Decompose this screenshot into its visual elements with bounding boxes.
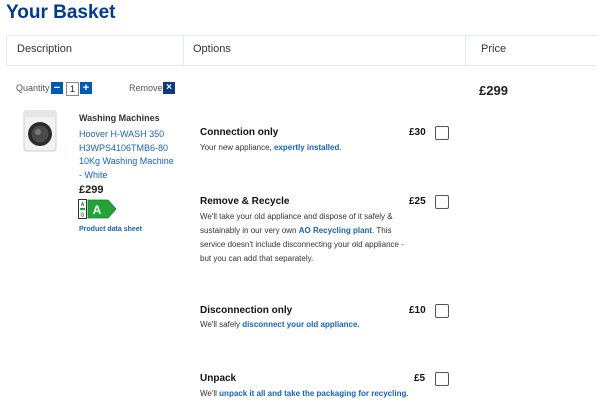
line-item-price: £299 xyxy=(479,83,508,98)
product-price: £299 xyxy=(79,184,104,196)
remove-label: Remove xyxy=(129,83,163,93)
option-description-remove-recycle: We'll take your old appliance and dispos… xyxy=(200,212,404,263)
option-title-unpack: Unpack xyxy=(200,373,237,384)
column-divider xyxy=(183,35,184,65)
column-divider xyxy=(465,35,466,65)
product-data-sheet-link[interactable]: Product data sheet xyxy=(79,226,142,233)
energy-rating-badge[interactable]: A G A xyxy=(78,199,118,219)
option-checkbox-remove-recycle[interactable] xyxy=(435,195,449,209)
option-description-connection: Your new appliance, expertly installed. xyxy=(200,143,342,152)
option-link-remove-recycle[interactable]: AO Recycling plant xyxy=(299,226,372,235)
remove-button[interactable]: × xyxy=(163,82,175,94)
column-header-description: Description xyxy=(17,43,73,55)
product-name-link[interactable]: Hoover H-WASH 350 H3WPS4106TMB6-80 10Kg … xyxy=(79,128,179,182)
table-header xyxy=(6,35,597,66)
option-link-disconnection[interactable]: disconnect your old appliance xyxy=(242,320,357,329)
quantity-input[interactable]: 1 xyxy=(66,82,79,96)
option-title-connection: Connection only xyxy=(200,127,279,138)
option-link-unpack[interactable]: unpack it all and take the packaging for… xyxy=(219,389,406,398)
option-description-disconnection: We'll safely disconnect your old applian… xyxy=(200,320,360,329)
option-price-connection: £30 xyxy=(409,127,426,138)
option-checkbox-connection[interactable] xyxy=(435,126,449,140)
option-title-remove-recycle: Remove & Recycle xyxy=(200,196,290,207)
column-header-price: Price xyxy=(481,43,507,55)
quantity-increase-button[interactable]: + xyxy=(80,82,92,94)
option-title-disconnection: Disconnection only xyxy=(200,305,293,316)
washing-machine-image[interactable] xyxy=(18,110,62,152)
option-price-remove-recycle: £25 xyxy=(409,196,426,207)
option-checkbox-unpack[interactable] xyxy=(435,372,449,386)
option-checkbox-disconnection[interactable] xyxy=(435,304,449,318)
energy-scale-bottom: G xyxy=(81,213,85,219)
energy-rating-letter: A xyxy=(93,203,102,217)
option-description-unpack: We'll unpack it all and take the packagi… xyxy=(200,389,409,398)
column-header-options: Options xyxy=(193,43,231,55)
quantity-label: Quantity xyxy=(16,83,50,93)
option-price-disconnection: £10 xyxy=(409,305,426,316)
quantity-decrease-button[interactable]: − xyxy=(51,82,63,94)
option-link-connection[interactable]: expertly installed xyxy=(274,143,339,152)
product-category: Washing Machines xyxy=(79,113,160,123)
option-price-unpack: £5 xyxy=(414,373,426,384)
page-title: Your Basket xyxy=(6,2,116,23)
